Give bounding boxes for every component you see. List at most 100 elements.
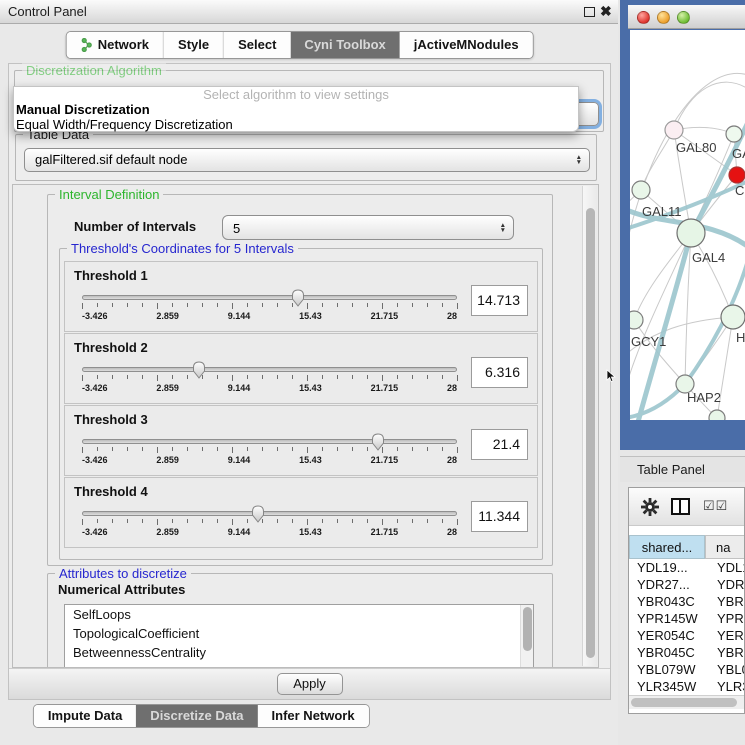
scale-tick-label: 9.144 (228, 383, 251, 393)
bottom-tab-impute-data[interactable]: Impute Data (34, 705, 136, 727)
threshold-value-field[interactable]: 6.316 (471, 357, 528, 388)
threshold-value-field[interactable]: 14.713 (471, 285, 528, 316)
column-selector-icon[interactable] (671, 498, 690, 515)
table-horizontal-scrollbar[interactable] (629, 695, 744, 709)
threshold-value-field[interactable]: 11.344 (471, 501, 528, 532)
scale-tick-label: 15.43 (299, 455, 322, 465)
attribute-item[interactable]: SelfLoops (65, 605, 533, 624)
attributes-scrollbar[interactable] (520, 605, 533, 668)
cell-shared-name[interactable]: YBR045C (629, 644, 705, 661)
interval-definition-title: Interval Definition (55, 187, 163, 202)
numerical-attributes-list: SelfLoopsTopologicalCoefficientBetweenne… (64, 604, 534, 668)
tab-style[interactable]: Style (163, 32, 223, 58)
table-data-combobox[interactable]: galFiltered.sif default node ▲▼ (24, 148, 590, 172)
table-row[interactable]: YPR145WYPR1 (629, 610, 745, 627)
cell-shared-name[interactable]: YDR27... (629, 576, 705, 593)
apply-button[interactable]: Apply (277, 673, 343, 695)
tab-jactivemnodules[interactable]: jActiveMNodules (400, 32, 533, 58)
threshold-panel-3: Threshold 3-3.4262.8599.14415.4321.71528… (64, 405, 538, 476)
network-node-gal11[interactable] (632, 181, 650, 199)
cell-name[interactable]: YBL0 (705, 661, 745, 678)
cell-shared-name[interactable]: YLR345W (629, 678, 705, 695)
checkbox-filter-icon[interactable]: ☑☑ (703, 498, 728, 514)
slider-ticks (82, 302, 457, 310)
tab-label: Style (178, 32, 209, 58)
cell-name[interactable]: YPR1 (705, 610, 745, 627)
network-node-gcy1[interactable] (630, 311, 643, 329)
cell-name[interactable]: YBR0 (705, 593, 745, 610)
network-node-gal80[interactable] (665, 121, 683, 139)
column-header-name[interactable]: na (705, 535, 745, 559)
cell-name[interactable]: YLR3 (705, 678, 745, 695)
bottom-tab-bar: Impute DataDiscretize DataInfer Network (33, 704, 370, 728)
scale-tick-label: 21.715 (371, 311, 399, 321)
panel-scrollbar-thumb[interactable] (586, 208, 595, 658)
bottom-tab-discretize-data[interactable]: Discretize Data (136, 705, 257, 727)
slider-track[interactable] (82, 511, 457, 516)
table-row[interactable]: YER054CYER0 (629, 627, 745, 644)
slider-track[interactable] (82, 367, 457, 372)
algorithm-option-equal-width[interactable]: Equal Width/Frequency Discretization (14, 117, 578, 132)
threshold-panel-4: Threshold 4-3.4262.8599.14415.4321.71528… (64, 477, 538, 548)
threshold-value-field[interactable]: 21.4 (471, 429, 528, 460)
zoom-traffic-light[interactable] (677, 11, 690, 24)
table-header-row: shared... na (629, 535, 745, 559)
slider-scale-labels: -3.4262.8599.14415.4321.71528 (82, 311, 457, 321)
algorithm-popup-hint: Select algorithm to view settings (14, 87, 578, 102)
float-window-icon[interactable] (584, 7, 595, 17)
network-node-red[interactable] (729, 167, 745, 183)
cell-name[interactable]: YER0 (705, 627, 745, 644)
attributes-scrollbar-thumb[interactable] (523, 607, 532, 651)
cell-shared-name[interactable]: YBR043C (629, 593, 705, 610)
attribute-item[interactable]: TopologicalCoefficient (65, 624, 533, 643)
network-node-partial-right[interactable] (721, 305, 745, 329)
table-row[interactable]: YLR345WYLR3 (629, 678, 745, 695)
cell-shared-name[interactable]: YBL079W (629, 661, 705, 678)
network-icon (81, 38, 93, 52)
cell-shared-name[interactable]: YPR145W (629, 610, 705, 627)
panel-scrollbar[interactable] (582, 186, 597, 666)
close-icon[interactable]: ✖ (600, 3, 612, 20)
network-graph: GAL80 GA C GAL11 GAL4 GCY1 H HAP2 (630, 30, 745, 420)
table-row[interactable]: YBR045CYBR0 (629, 644, 745, 661)
node-label-gal4: GAL4 (692, 250, 725, 265)
scale-tick-label: 2.859 (156, 455, 179, 465)
table-row[interactable]: YDL19...YDL1 (629, 559, 745, 576)
minimize-traffic-light[interactable] (657, 11, 670, 24)
gear-icon[interactable] (641, 498, 659, 516)
cell-name[interactable]: YDL1 (705, 559, 745, 576)
number-of-intervals-combobox[interactable]: 5 ▲▼ (222, 215, 514, 240)
cell-name[interactable]: YDR2 (705, 576, 745, 593)
node-label-gal11: GAL11 (642, 204, 682, 219)
threshold-slider[interactable]: -3.4262.8599.14415.4321.71528 (82, 433, 457, 465)
cell-name[interactable]: YBR0 (705, 644, 745, 661)
cell-shared-name[interactable]: YER054C (629, 627, 705, 644)
table-row[interactable]: YDR27...YDR2 (629, 576, 745, 593)
threshold-slider[interactable]: -3.4262.8599.14415.4321.71528 (82, 289, 457, 321)
tab-network[interactable]: Network (67, 32, 163, 58)
slider-track[interactable] (82, 295, 457, 300)
column-header-shared-name[interactable]: shared... (629, 535, 705, 559)
tab-cyni-toolbox[interactable]: Cyni Toolbox (290, 32, 399, 58)
network-node-gal4[interactable] (677, 219, 705, 247)
scale-tick-label: 21.715 (371, 455, 399, 465)
cell-shared-name[interactable]: YDL19... (629, 559, 705, 576)
node-label-partial-top: GA (732, 146, 745, 161)
network-canvas[interactable]: GAL80 GA C GAL11 GAL4 GCY1 H HAP2 (630, 30, 745, 420)
slider-ticks (82, 374, 457, 382)
algorithm-option-manual[interactable]: Manual Discretization (14, 102, 578, 117)
slider-ticks (82, 446, 457, 454)
table-hscrollbar-thumb[interactable] (631, 698, 737, 707)
scale-tick-label: 15.43 (299, 311, 322, 321)
threshold-slider[interactable]: -3.4262.8599.14415.4321.71528 (82, 505, 457, 537)
network-node-partial-top[interactable] (726, 126, 742, 142)
table-row[interactable]: YBR043CYBR0 (629, 593, 745, 610)
attribute-item[interactable]: BetweennessCentrality (65, 643, 533, 662)
network-node-bottom[interactable] (709, 410, 725, 420)
slider-track[interactable] (82, 439, 457, 444)
tab-select[interactable]: Select (223, 32, 290, 58)
bottom-tab-infer-network[interactable]: Infer Network (258, 705, 369, 727)
close-traffic-light[interactable] (637, 11, 650, 24)
table-row[interactable]: YBL079WYBL0 (629, 661, 745, 678)
threshold-slider[interactable]: -3.4262.8599.14415.4321.71528 (82, 361, 457, 393)
